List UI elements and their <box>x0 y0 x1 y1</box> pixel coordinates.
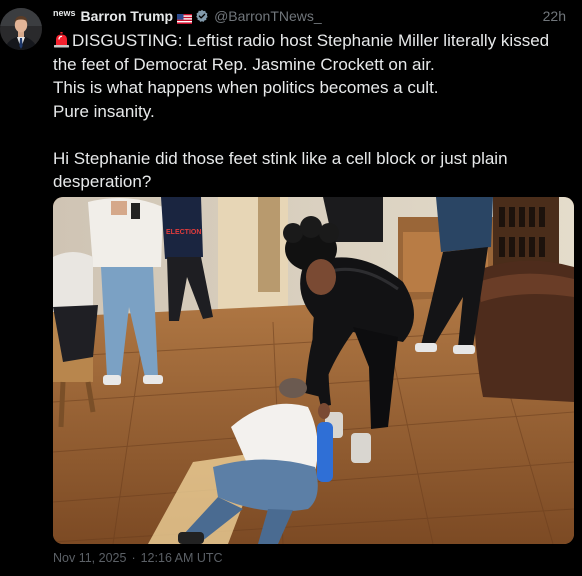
author-handle[interactable]: @BarronTNews_ <box>214 8 322 24</box>
tweet-paragraph: Hi Stephanie did those feet stink like a… <box>53 148 508 192</box>
timestamp-time: 12:16 AM UTC <box>140 551 223 565</box>
tweet-paragraph: Pure insanity. <box>53 101 155 121</box>
tweet-header: news Barron Trump @BarronTNews_ 22h <box>53 6 574 26</box>
tweet-timestamp[interactable]: Nov 11, 2025 · 12:16 AM UTC <box>53 551 223 565</box>
siren-icon <box>53 31 70 48</box>
timestamp-date: Nov 11, 2025 <box>53 551 127 565</box>
photo-sign-text: ELECTION <box>166 229 201 236</box>
avatar[interactable] <box>0 8 42 50</box>
tweet-card: news Barron Trump @BarronTNews_ 22h DISG… <box>0 0 582 576</box>
tweet-paragraph: DISGUSTING: Leftist radio host Stephanie… <box>53 29 573 76</box>
tweet-photo[interactable]: ELECTION <box>53 197 574 544</box>
tweet-paragraph: This is what happens when politics becom… <box>53 78 439 97</box>
timestamp-separator: · <box>131 551 136 565</box>
verified-badge-icon <box>195 9 209 23</box>
news-tag: news <box>53 8 76 18</box>
display-name[interactable]: Barron Trump <box>81 8 174 24</box>
tweet-text: DISGUSTING: Leftist radio host Stephanie… <box>53 29 573 194</box>
avatar-image <box>0 8 42 50</box>
tweet-paragraph-text: DISGUSTING: Leftist radio host Stephanie… <box>53 31 550 74</box>
relative-time[interactable]: 22h <box>543 8 566 24</box>
us-flag-icon <box>177 11 193 24</box>
photo-image: ELECTION <box>53 197 574 544</box>
